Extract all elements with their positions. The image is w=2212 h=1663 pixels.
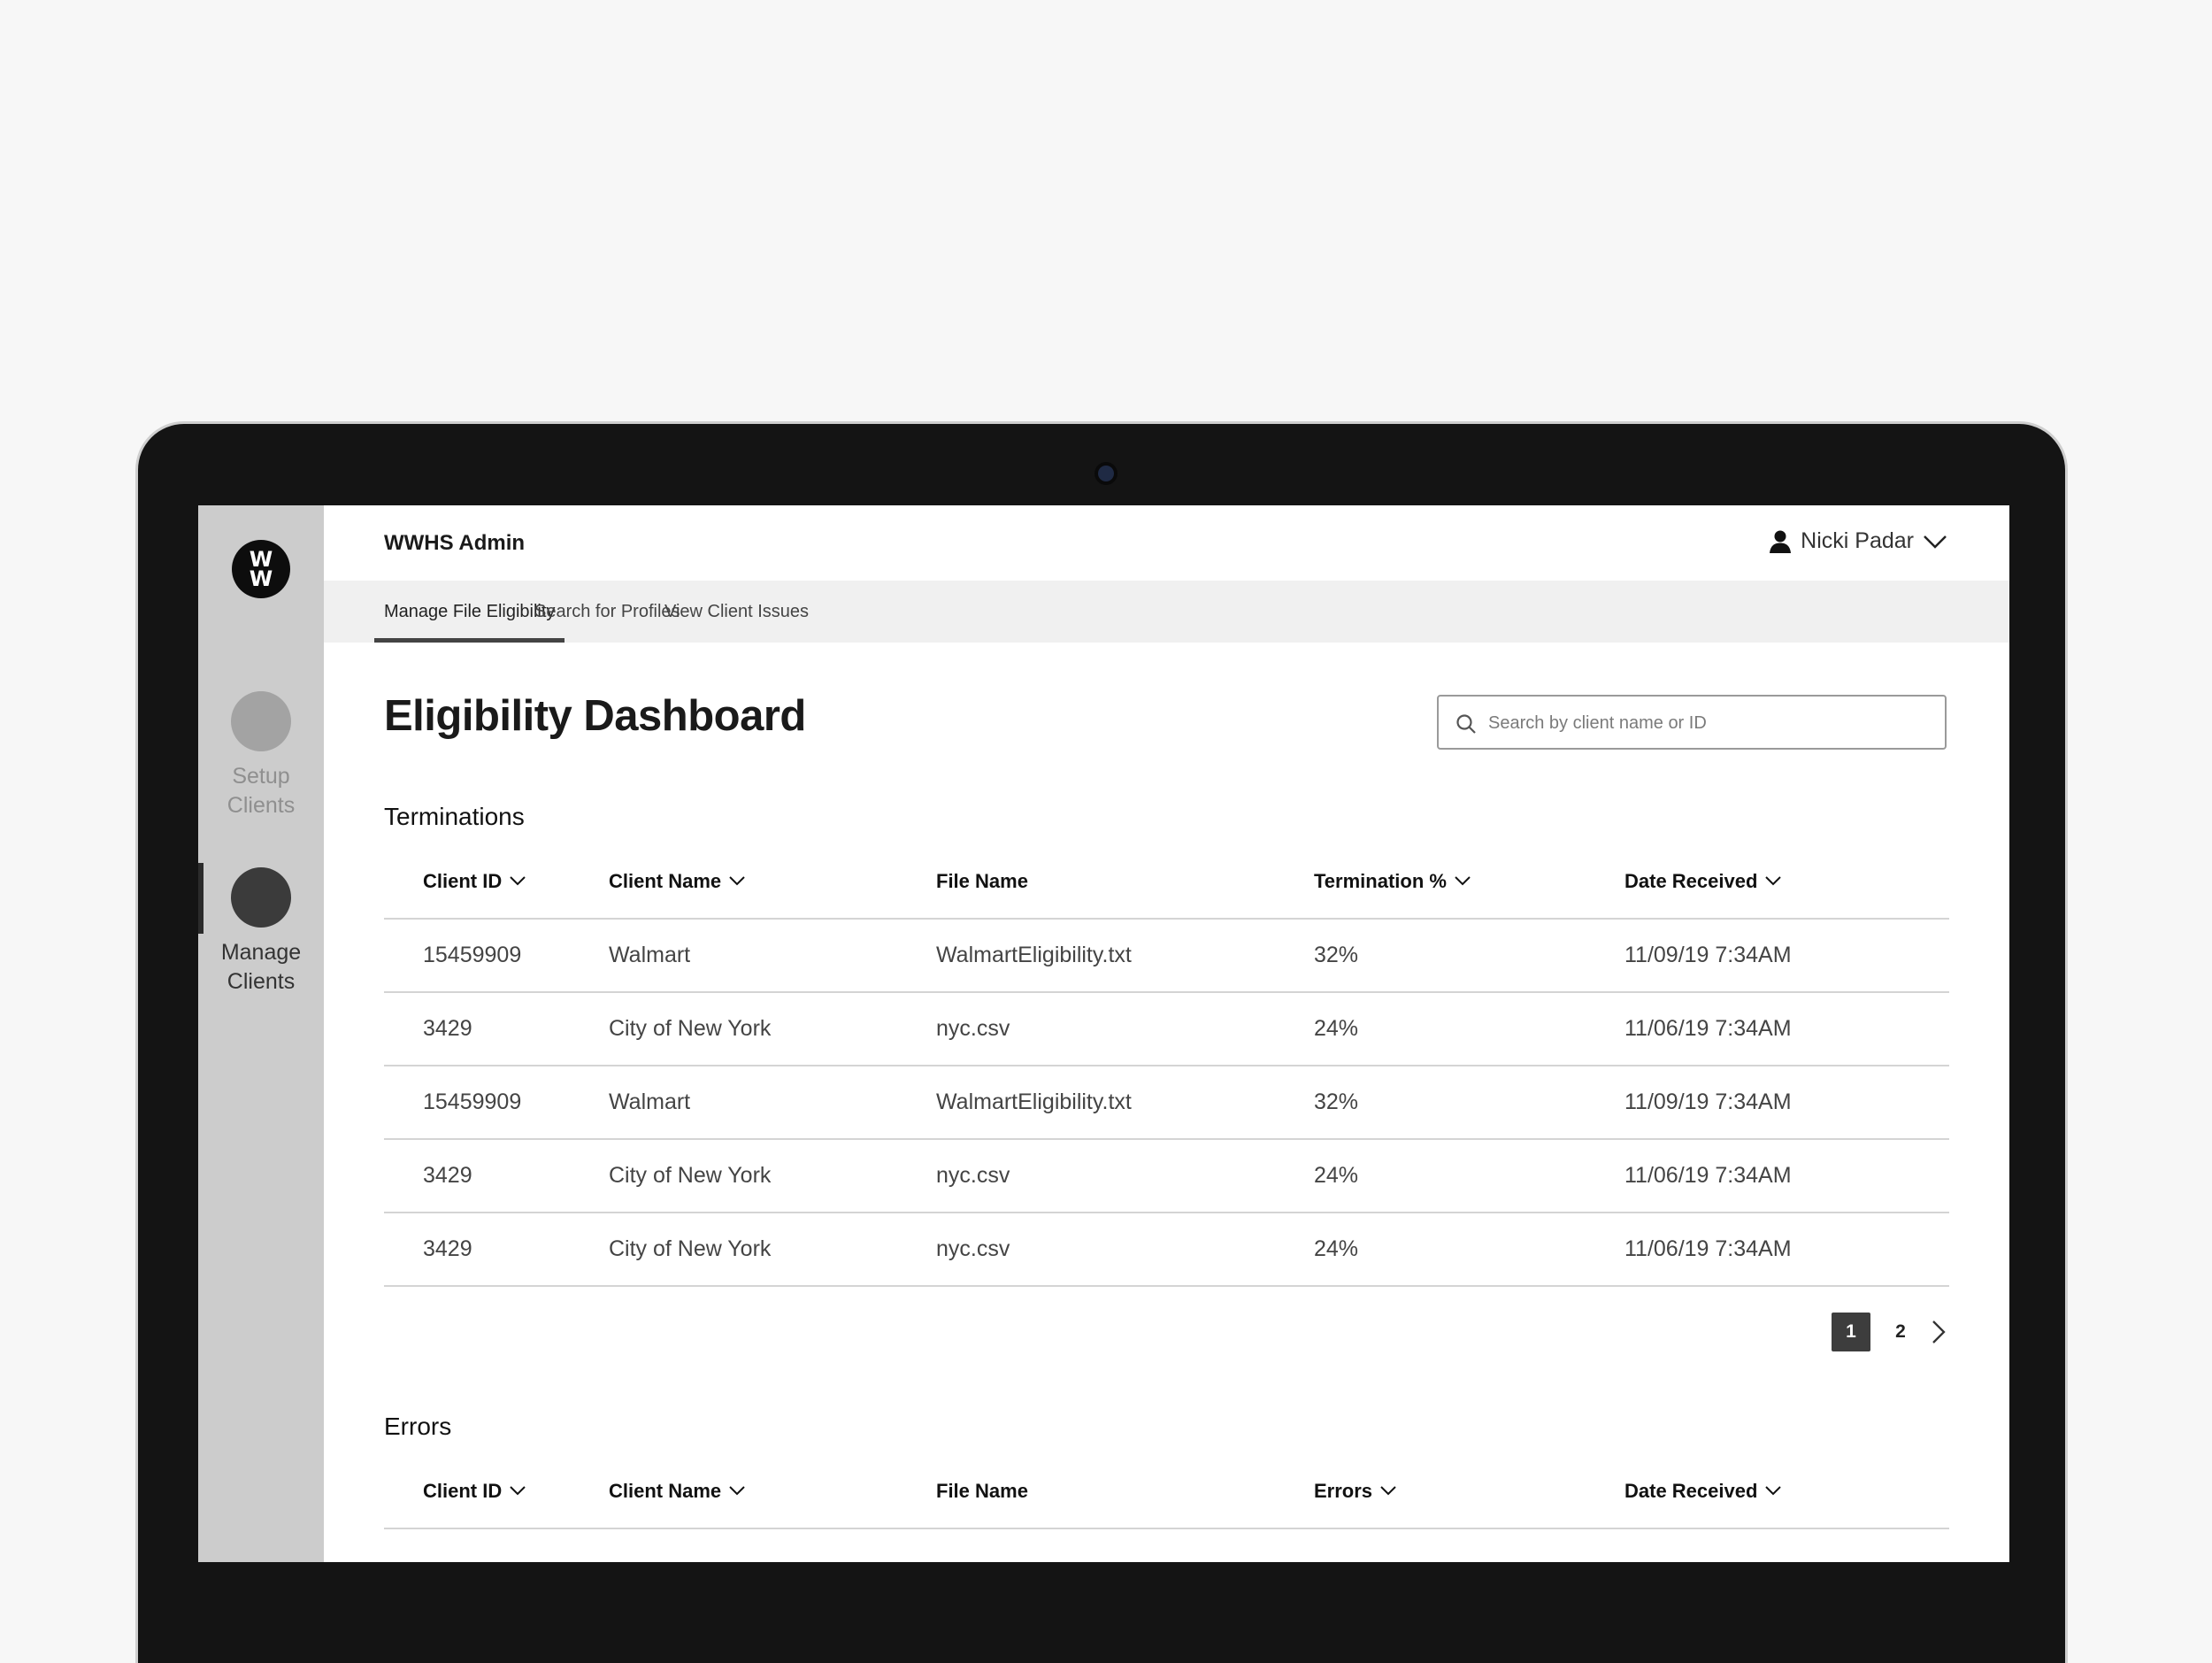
cell-client-id: 3429 <box>423 1163 472 1188</box>
cell-client-id: 15459909 <box>423 1089 522 1114</box>
cell-date-received: 11/06/19 7:34AM <box>1624 1236 1792 1261</box>
cell-client-id: 15459909 <box>423 943 522 967</box>
chevron-down-icon <box>729 1486 745 1496</box>
cell-termination-percent: 32% <box>1314 1089 1359 1114</box>
cell-file-name: nyc.csv <box>936 1016 1010 1041</box>
manage-clients-icon <box>231 867 291 928</box>
top-header: WWHS Admin Nicki Padar <box>324 505 2009 581</box>
page-2-button[interactable]: 2 <box>1881 1313 1920 1351</box>
logo-letter-bottom: W <box>249 566 273 591</box>
column-header-label: File Name <box>936 1480 1028 1502</box>
table-row[interactable]: 3429 City of New York nyc.csv 24% 11/06/… <box>384 1213 1949 1287</box>
column-header-label: Client Name <box>609 870 722 892</box>
errors-table: Client ID Client Name File Name Errors D… <box>384 1454 1949 1529</box>
cell-client-name: City of New York <box>609 1163 772 1188</box>
column-header-label: Date Received <box>1624 870 1758 892</box>
search-input[interactable] <box>1486 697 1932 750</box>
chevron-down-icon <box>1380 1486 1396 1496</box>
table-row[interactable]: 15459909 Walmart WalmartEligibility.txt … <box>384 1066 1949 1140</box>
sidebar-item-setup-clients[interactable]: Setup Clients <box>198 691 324 820</box>
cell-file-name: WalmartEligibility.txt <box>936 1089 1132 1114</box>
cell-date-received: 11/06/19 7:34AM <box>1624 1016 1792 1041</box>
column-file-name: File Name <box>936 1454 1028 1528</box>
sort-errors[interactable]: Errors <box>1314 1454 1396 1528</box>
table-row[interactable]: 3429 City of New York nyc.csv 24% 11/06/… <box>384 1140 1949 1213</box>
chevron-down-icon <box>510 876 526 886</box>
column-header-label: Client ID <box>423 870 503 892</box>
sort-termination-percent[interactable]: Termination % <box>1314 844 1471 918</box>
cell-date-received: 11/09/19 7:34AM <box>1624 1089 1792 1114</box>
setup-clients-icon <box>231 691 291 751</box>
sort-date-received[interactable]: Date Received <box>1624 844 1782 918</box>
app-title: WWHS Admin <box>384 531 526 555</box>
sidebar-item-label: Manage Clients <box>220 940 302 994</box>
cell-termination-percent: 24% <box>1314 1236 1359 1261</box>
table-row[interactable]: 3429 City of New York nyc.csv 24% 11/06/… <box>384 993 1949 1066</box>
sidebar: W W Setup Clients Manage Clients <box>198 505 324 1562</box>
cell-termination-percent: 24% <box>1314 1163 1359 1188</box>
cell-client-name: City of New York <box>609 1236 772 1261</box>
chevron-down-icon <box>1765 1486 1782 1496</box>
pagination: 1 2 <box>1832 1313 1952 1351</box>
column-header-label: Client ID <box>423 1480 503 1502</box>
chevron-down-icon <box>729 876 745 886</box>
sidebar-item-manage-clients[interactable]: Manage Clients <box>198 867 324 997</box>
sort-client-name[interactable]: Client Name <box>609 844 745 918</box>
cell-file-name: WalmartEligibility.txt <box>936 943 1132 967</box>
cell-client-name: City of New York <box>609 1016 772 1041</box>
sort-client-id[interactable]: Client ID <box>423 844 526 918</box>
table-header: Client ID Client Name File Name Errors D… <box>384 1454 1949 1529</box>
column-header-label: Errors <box>1314 1480 1373 1502</box>
chevron-right-icon <box>1932 1320 1946 1343</box>
search-box <box>1437 695 1947 750</box>
column-header-label: Termination % <box>1314 870 1447 892</box>
column-file-name: File Name <box>936 844 1028 918</box>
camera-icon <box>1098 466 1114 481</box>
column-header-label: File Name <box>936 870 1028 892</box>
cell-termination-percent: 24% <box>1314 1016 1359 1041</box>
chevron-down-icon <box>1924 535 1947 549</box>
chevron-down-icon <box>1455 876 1471 886</box>
sort-client-id[interactable]: Client ID <box>423 1454 526 1528</box>
errors-section-title: Errors <box>384 1413 452 1440</box>
page-1-button[interactable]: 1 <box>1832 1313 1870 1351</box>
cell-file-name: nyc.csv <box>936 1163 1010 1188</box>
terminations-section-title: Terminations <box>384 803 525 830</box>
user-icon <box>1770 530 1792 553</box>
user-name: Nicki Padar <box>1801 528 1914 553</box>
cell-date-received: 11/09/19 7:34AM <box>1624 943 1792 967</box>
app-window: W W Setup Clients Manage Clients WWHS Ad… <box>198 505 2009 1562</box>
chevron-down-icon <box>510 1486 526 1496</box>
cell-client-id: 3429 <box>423 1016 472 1041</box>
sort-date-received[interactable]: Date Received <box>1624 1454 1782 1528</box>
column-header-label: Client Name <box>609 1480 722 1502</box>
tab-bar: Manage File Eligibility Search for Profi… <box>324 581 2009 643</box>
table-header: Client ID Client Name File Name Terminat… <box>384 844 1949 920</box>
next-page-button[interactable] <box>1925 1313 1952 1351</box>
cell-client-name: Walmart <box>609 943 691 967</box>
cell-file-name: nyc.csv <box>936 1236 1010 1261</box>
column-header-label: Date Received <box>1624 1480 1758 1502</box>
cell-termination-percent: 32% <box>1314 943 1359 967</box>
sort-client-name[interactable]: Client Name <box>609 1454 745 1528</box>
ww-logo: W W <box>232 540 290 598</box>
tab-view-client-issues[interactable]: View Client Issues <box>655 581 818 643</box>
page-title: Eligibility Dashboard <box>384 692 806 740</box>
cell-client-id: 3429 <box>423 1236 472 1261</box>
cell-client-name: Walmart <box>609 1089 691 1114</box>
terminations-table: Client ID Client Name File Name Terminat… <box>384 844 1949 1287</box>
chevron-down-icon <box>1765 876 1782 886</box>
search-icon <box>1456 714 1476 734</box>
cell-date-received: 11/06/19 7:34AM <box>1624 1163 1792 1188</box>
user-menu[interactable]: Nicki Padar <box>1769 528 1947 554</box>
sidebar-item-label: Setup Clients <box>227 764 296 818</box>
table-row[interactable]: 15459909 Walmart WalmartEligibility.txt … <box>384 920 1949 993</box>
